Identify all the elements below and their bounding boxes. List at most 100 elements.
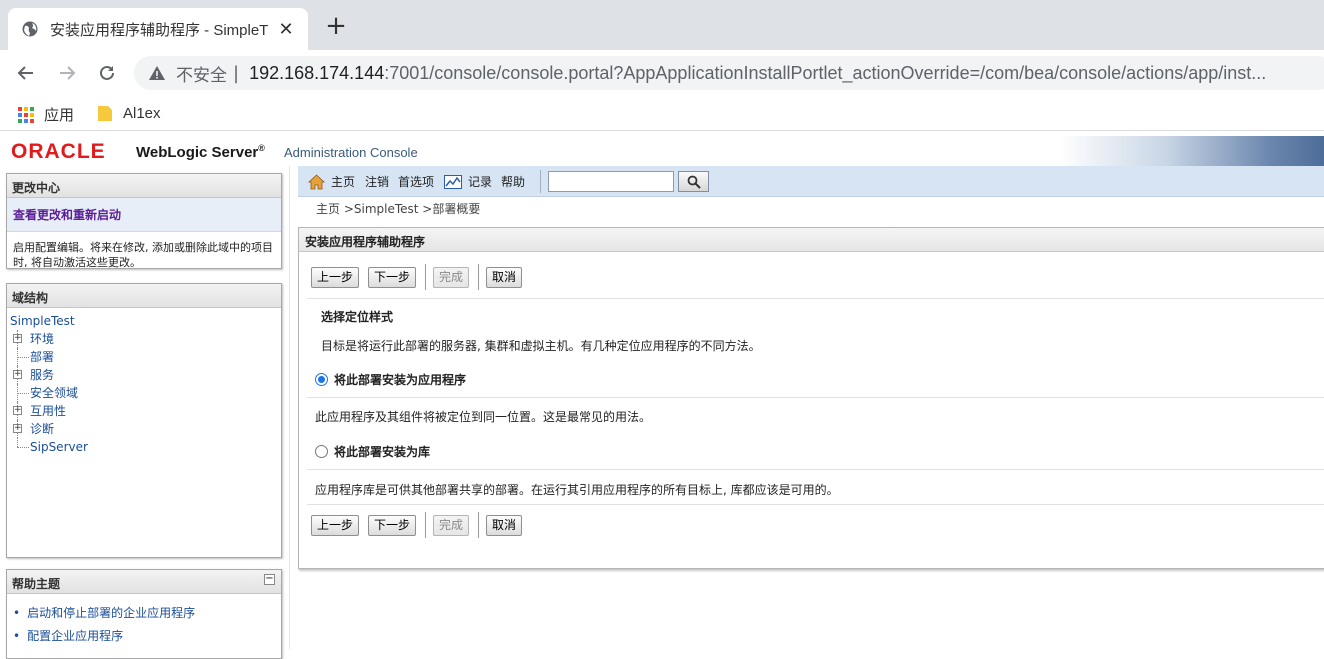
record-link[interactable]: 记录 — [444, 173, 492, 190]
apps-grid-icon — [18, 106, 34, 123]
bookmark-apps-label: 应用 — [44, 107, 75, 124]
section-intro: 目标是将运行此部署的服务器, 集群和虚拟主机。有几种定位应用程序的不同方法。 — [321, 339, 761, 353]
expand-icon[interactable]: + — [13, 370, 22, 379]
collapse-icon[interactable]: − — [264, 574, 275, 585]
reload-icon[interactable] — [94, 60, 120, 86]
cancel-button[interactable]: 取消 — [486, 514, 523, 536]
next-button[interactable]: 下一步 — [368, 266, 417, 288]
change-center-title: 更改中心 — [7, 174, 281, 198]
registered-mark: ® — [258, 143, 265, 153]
finish-button[interactable]: 完成 — [433, 514, 470, 536]
search-input[interactable] — [548, 171, 674, 192]
browser-tab-active[interactable]: 安装应用程序辅助程序 - SimpleT ✕ — [8, 8, 308, 50]
back-button[interactable]: 上一步 — [311, 514, 360, 536]
divider — [307, 504, 1324, 505]
tree-node-label[interactable]: SipServer — [30, 440, 88, 454]
breadcrumb[interactable]: 主页 >SimpleTest >部署概要 — [316, 200, 480, 217]
tree-node-interoperability[interactable]: + 互用性 — [10, 402, 278, 420]
bookmark-al1ex[interactable]: Al1ex — [97, 104, 161, 122]
help-topic-link[interactable]: 配置企业应用程序 — [13, 625, 275, 648]
tree-node-diagnostics[interactable]: + 诊断 — [10, 420, 278, 438]
domain-structure-panel: 域结构 SimpleTest + 环境 部署 + 服务 安全领域 + 互用性 +… — [6, 283, 282, 558]
new-tab-button[interactable]: + — [322, 12, 350, 40]
search-icon — [687, 175, 701, 189]
button-separator — [425, 264, 427, 290]
tree-node-label[interactable]: 环境 — [30, 332, 54, 346]
tree-connector — [17, 393, 29, 394]
radio-install-as-library[interactable]: 将此部署安装为库 — [315, 443, 430, 460]
tree-connector — [17, 357, 29, 358]
radio-unselected-icon[interactable] — [315, 445, 328, 458]
wizard-buttons-top: 上一步 下一步 完成 取消 — [311, 264, 531, 290]
url-host: 192.168.174.144 — [249, 62, 385, 83]
browser-toolbar: 不安全 | 192.168.174.144:7001/console/conso… — [0, 50, 1324, 95]
tree-node-label[interactable]: 诊断 — [30, 422, 54, 436]
divider — [307, 469, 1324, 470]
logout-label: 注销 — [365, 175, 390, 189]
record-label: 记录 — [468, 175, 493, 189]
cancel-button[interactable]: 取消 — [486, 266, 523, 288]
home-icon — [308, 173, 325, 189]
tree-root-simpletest[interactable]: SimpleTest — [10, 312, 278, 330]
back-button[interactable]: 上一步 — [311, 266, 360, 288]
tree-node-deployments[interactable]: 部署 — [10, 348, 278, 366]
back-arrow-icon[interactable] — [13, 60, 39, 86]
help-topic-link[interactable]: 启动和停止部署的企业应用程序 — [13, 602, 275, 625]
preferences-link[interactable]: 首选项 — [398, 173, 434, 190]
tree-node-environment[interactable]: + 环境 — [10, 330, 278, 348]
finish-button[interactable]: 完成 — [433, 266, 470, 288]
close-tab-icon[interactable]: ✕ — [278, 19, 294, 40]
pane-divider — [289, 166, 290, 649]
forward-arrow-icon[interactable] — [54, 60, 80, 86]
tree-node-label[interactable]: 部署 — [30, 350, 54, 364]
home-link[interactable]: 主页 — [308, 173, 355, 190]
expand-icon[interactable]: + — [13, 334, 22, 343]
help-label: 帮助 — [501, 175, 526, 189]
wizard-buttons-bottom: 上一步 下一步 完成 取消 — [311, 512, 531, 538]
product-name: WebLogic Server® — [136, 143, 265, 161]
browser-tabstrip: 安装应用程序辅助程序 - SimpleT ✕ + — [0, 0, 1324, 50]
radio-label: 将此部署安装为应用程序 — [334, 373, 467, 387]
assistant-title: 安装应用程序辅助程序 — [299, 228, 1324, 252]
tree-node-label[interactable]: 安全领域 — [30, 386, 78, 400]
domain-structure-title: 域结构 — [7, 284, 281, 308]
next-button[interactable]: 下一步 — [368, 514, 417, 536]
command-bar-separator — [540, 170, 541, 193]
tree-node-sipserver[interactable]: SipServer — [10, 438, 278, 456]
tree-node-services[interactable]: + 服务 — [10, 366, 278, 384]
option-lib-description: 应用程序库是可供其他部署共享的部署。在运行其引用应用程序的所有目标上, 库都应该… — [315, 483, 839, 497]
expand-icon[interactable]: + — [13, 406, 22, 415]
search-button[interactable] — [678, 171, 709, 192]
console-command-bar: 主页 注销 首选项 记录 帮助 — [298, 166, 1324, 197]
divider — [307, 397, 1324, 398]
folder-icon — [98, 106, 112, 121]
logout-link[interactable]: 注销 — [365, 173, 389, 190]
radio-selected-icon[interactable] — [315, 373, 328, 386]
url-text: 192.168.174.144:7001/console/console.por… — [249, 63, 1266, 84]
address-separator: | — [233, 62, 240, 84]
console-header: ORACLE WebLogic Server® Administration C… — [0, 136, 1324, 166]
bookmarks-bar: 应用 Al1ex — [0, 95, 1324, 131]
oracle-logo: ORACLE — [11, 140, 106, 163]
bookmark-apps[interactable]: 应用 — [18, 104, 74, 125]
expand-icon[interactable]: + — [13, 424, 22, 433]
divider — [307, 298, 1324, 299]
tree-connector — [17, 438, 18, 447]
tree-connector — [17, 447, 29, 448]
section-title: 选择定位样式 — [321, 310, 394, 324]
help-topics-title: 帮助主题 − — [7, 570, 281, 594]
domain-tree: SimpleTest + 环境 部署 + 服务 安全领域 + 互用性 + 诊断 … — [7, 308, 281, 460]
preferences-label: 首选项 — [398, 175, 435, 189]
bookmark-al1ex-label: Al1ex — [123, 104, 161, 122]
option-app-description: 此应用程序及其组件将被定位到同一位置。这是最常见的用法。 — [315, 410, 652, 424]
warning-icon — [149, 66, 165, 80]
chart-icon — [444, 174, 462, 189]
address-bar[interactable]: 不安全 | 192.168.174.144:7001/console/conso… — [134, 56, 1324, 90]
help-link[interactable]: 帮助 — [501, 173, 525, 190]
radio-install-as-application[interactable]: 将此部署安装为应用程序 — [315, 371, 466, 388]
view-changes-restart-link[interactable]: 查看更改和重新启动 — [7, 198, 281, 232]
help-topics-title-text: 帮助主题 — [12, 577, 61, 591]
tree-node-security-realms[interactable]: 安全领域 — [10, 384, 278, 402]
tree-node-label[interactable]: 服务 — [30, 368, 54, 382]
tree-node-label[interactable]: 互用性 — [30, 404, 66, 418]
